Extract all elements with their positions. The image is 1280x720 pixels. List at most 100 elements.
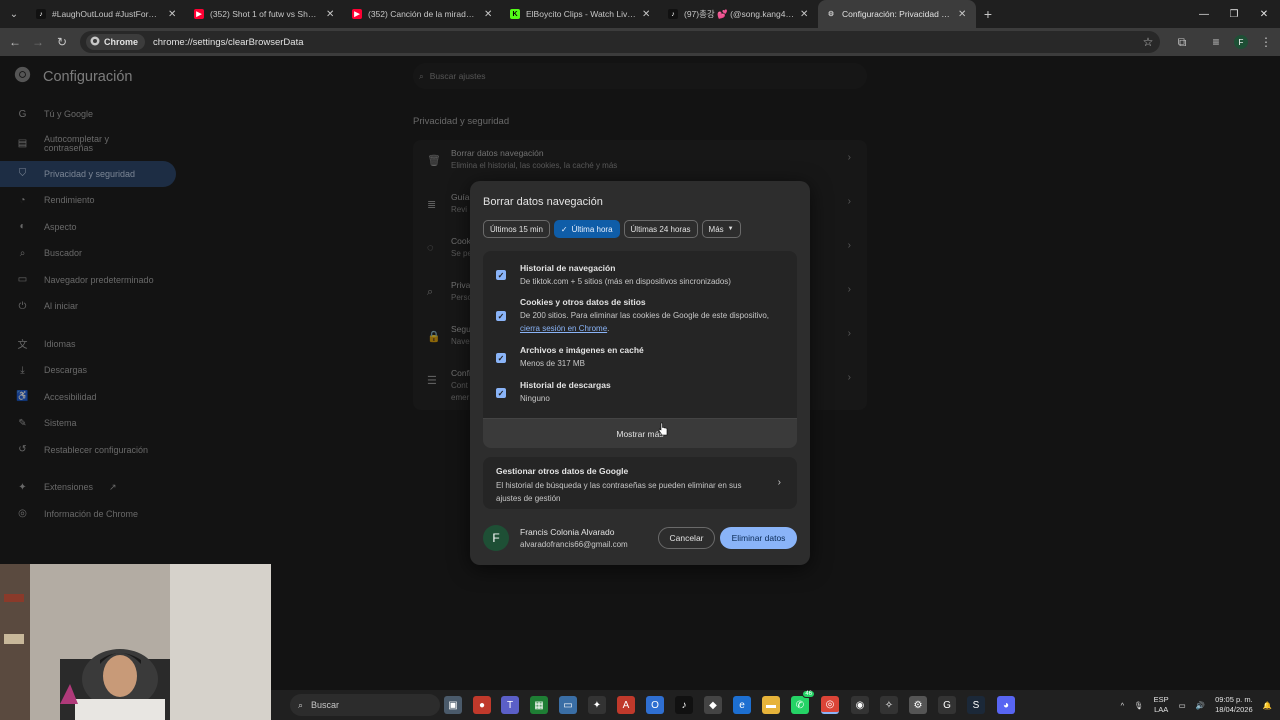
tiktok-icon: ♪: [36, 9, 46, 19]
clock-app-icon[interactable]: ◉: [851, 696, 869, 714]
store-icon[interactable]: ▦: [530, 696, 548, 714]
app-icon[interactable]: ✦: [588, 696, 606, 714]
outlook-icon[interactable]: O: [646, 696, 664, 714]
tab-4[interactable]: ♪ (97)총강 💕 (@song.kang478) ✕: [660, 0, 818, 28]
checkbox-cache[interactable]: ✓: [496, 353, 506, 363]
show-more-button[interactable]: Mostrar más: [483, 418, 797, 448]
tab-search-button[interactable]: ⌄: [0, 0, 28, 28]
chrome-taskbar-icon[interactable]: ◎: [821, 696, 839, 714]
chevron-up-icon[interactable]: ^: [1121, 701, 1125, 710]
url-text: chrome://settings/clearBrowserData: [153, 36, 304, 48]
notification-icon[interactable]: 🔔: [1263, 701, 1272, 710]
tab-3[interactable]: K ElBoycito Clips - Watch Live on ✕: [502, 0, 660, 28]
tab-0[interactable]: ♪ #LaughOutLoud #JustForFun # ✕: [28, 0, 186, 28]
clock[interactable]: 09:05 p. m. 18/04/2026: [1215, 695, 1253, 715]
extensions-button[interactable]: ⧉: [1170, 30, 1194, 54]
time-range-chips: Últimos 15 min ✓ Última hora Últimas 24 h…: [483, 220, 741, 238]
media-button[interactable]: ≡: [1204, 30, 1228, 54]
profile-button[interactable]: F: [1229, 30, 1253, 54]
tab-2[interactable]: ▶ (352) Canción de la mirada de ✕: [344, 0, 502, 28]
settings-icon[interactable]: ⚙: [909, 696, 927, 714]
close-icon: ✕: [1259, 8, 1269, 20]
edge-icon[interactable]: e: [733, 696, 751, 714]
webcam-overlay: [0, 564, 271, 720]
close-icon[interactable]: ✕: [326, 9, 336, 20]
tiktok-icon[interactable]: ♪: [675, 696, 693, 714]
checkbox-download-history[interactable]: ✓: [496, 388, 506, 398]
close-icon[interactable]: ✕: [168, 9, 178, 20]
volume-icon[interactable]: 🔊: [1196, 701, 1205, 710]
back-button[interactable]: ←: [3, 30, 27, 54]
data-options: ✓ Historial de navegación De tiktok.com …: [483, 251, 797, 418]
menu-button[interactable]: ⋮: [1254, 30, 1278, 54]
avatar: F: [1234, 35, 1248, 49]
sign-out-link[interactable]: cierra sesión en Chrome: [520, 324, 607, 333]
account-name: Francis Colonia Alvarado: [520, 527, 615, 537]
epic-games-icon[interactable]: ◆: [704, 696, 722, 714]
language-indicator[interactable]: ESP LAA: [1154, 695, 1169, 715]
checkbox-browsing-history[interactable]: ✓: [496, 270, 506, 280]
delete-data-button[interactable]: Eliminar datos: [720, 527, 797, 549]
tab-1[interactable]: ▶ (352) Shot 1 of futw vs Shot 2 ✕: [186, 0, 344, 28]
tiktok-icon: ♪: [668, 9, 678, 19]
chip-last-15-min[interactable]: Últimos 15 min: [483, 220, 550, 238]
arrow-right-icon: →: [32, 35, 44, 49]
forward-button[interactable]: →: [26, 30, 50, 54]
manage-google-data-card[interactable]: Gestionar otros datos de Google El histo…: [483, 457, 797, 509]
steam-icon[interactable]: S: [967, 696, 985, 714]
close-icon[interactable]: ✕: [484, 9, 494, 20]
chevron-down-icon: ⌄: [9, 8, 19, 20]
chip-more-dropdown[interactable]: Más ▼: [701, 220, 741, 238]
minimize-icon: —: [1199, 8, 1209, 20]
network-icon[interactable]: ▭: [1179, 701, 1186, 710]
close-icon[interactable]: ✕: [800, 9, 810, 20]
youtube-icon: ▶: [352, 9, 362, 19]
check-icon: ✓: [560, 224, 568, 234]
chip-last-24-hours[interactable]: Últimas 24 horas: [623, 220, 698, 238]
close-icon[interactable]: ✕: [958, 9, 968, 20]
taskbar-search[interactable]: ⌕ Buscar: [290, 694, 440, 716]
new-tab-button[interactable]: +: [976, 2, 1000, 26]
account-email: alvaradofrancis66@gmail.com: [520, 540, 628, 549]
whatsapp-badge: 46: [802, 690, 815, 698]
photos-icon[interactable]: ▭: [559, 696, 577, 714]
browser-toolbar: ← → ↻ Chrome chrome://settings/clearBrow…: [0, 28, 1280, 56]
discord-icon[interactable]: ◕: [997, 696, 1015, 714]
address-bar[interactable]: Chrome chrome://settings/clearBrowserDat…: [80, 31, 1160, 53]
chip-last-hour[interactable]: ✓ Última hora: [553, 220, 620, 238]
kebab-menu-icon: ⋮: [1260, 35, 1272, 49]
tab-5[interactable]: ⚙ Configuración: Privacidad y seg ✕: [818, 0, 976, 28]
system-tray: ^ 🎙 ESP LAA ▭ 🔊 09:05 p. m. 18/04/2026 🔔: [1121, 690, 1280, 720]
star-icon: ☆: [1142, 35, 1154, 49]
firefox-icon[interactable]: ●: [473, 696, 491, 714]
task-view-icon[interactable]: ▣: [444, 696, 462, 714]
bookmark-button[interactable]: ☆: [1136, 30, 1160, 54]
hand-cursor-icon: [658, 422, 668, 436]
webcam-image: [0, 564, 271, 720]
chrome-chip[interactable]: Chrome: [86, 34, 146, 50]
folder-icon[interactable]: ▬: [762, 696, 780, 714]
reload-button[interactable]: ↻: [50, 30, 74, 54]
search-icon: ⌕: [298, 699, 304, 710]
gear-icon: ⚙: [827, 11, 835, 18]
cancel-button[interactable]: Cancelar: [658, 527, 715, 549]
playlist-icon: ≡: [1212, 35, 1220, 49]
plus-icon: +: [983, 6, 993, 22]
restore-button[interactable]: ❐: [1218, 0, 1250, 28]
close-window-button[interactable]: ✕: [1248, 0, 1280, 28]
microphone-icon[interactable]: 🎙: [1134, 701, 1144, 710]
youtube-icon: ▶: [194, 9, 204, 19]
close-icon[interactable]: ✕: [642, 9, 652, 20]
caret-down-icon: ▼: [727, 226, 734, 232]
dialog-title: Borrar datos navegación: [483, 196, 603, 208]
teams-icon[interactable]: T: [501, 696, 519, 714]
pdf-icon[interactable]: A: [617, 696, 635, 714]
app-icon[interactable]: G: [938, 696, 956, 714]
whatsapp-icon[interactable]: ✆ 46: [791, 690, 815, 714]
puzzle-icon: ⧉: [1177, 34, 1187, 49]
app-icon[interactable]: ✧: [880, 696, 898, 714]
chevron-right-icon: ›: [777, 477, 781, 488]
checkbox-cookies[interactable]: ✓: [496, 311, 506, 321]
minimize-button[interactable]: —: [1188, 0, 1220, 28]
reload-icon: ↻: [56, 35, 68, 49]
